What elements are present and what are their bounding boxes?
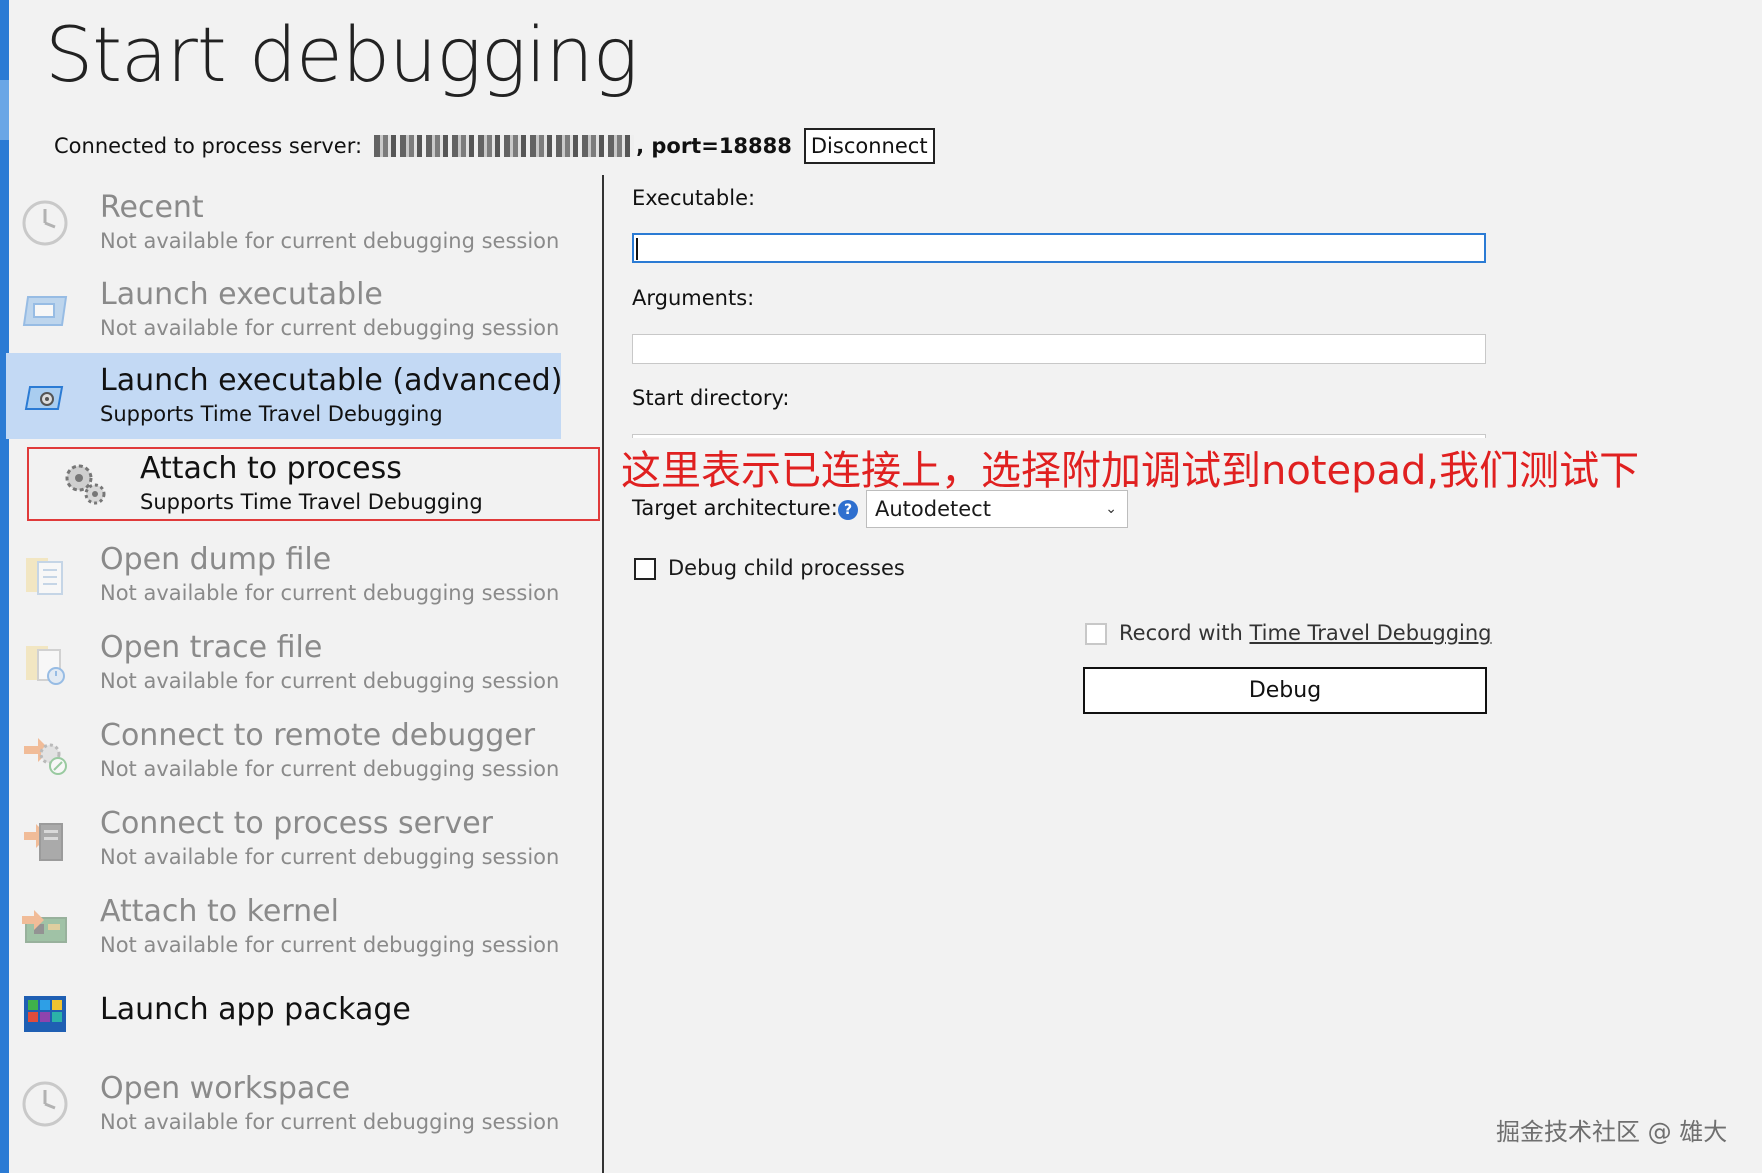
disconnect-button[interactable]: Disconnect [803, 128, 935, 164]
sidebar-item-title: Open trace file [100, 630, 323, 665]
debug-button[interactable]: Debug [1083, 667, 1487, 714]
target-architecture-value: Autodetect [875, 497, 991, 521]
chevron-down-icon: ⌄ [1105, 501, 1117, 517]
gears-icon [65, 464, 106, 505]
sidebar-item-title: Connect to remote debugger [100, 718, 536, 753]
target-architecture-label: Target architecture: [632, 496, 838, 520]
watermark: 掘金技术社区 @ 雄大 [1496, 1118, 1728, 1146]
circuit-board-icon [22, 910, 67, 943]
clock-icon [22, 1081, 68, 1127]
connection-label: Connected to process server: [54, 134, 363, 158]
server-host-redacted [374, 135, 635, 157]
remote-debugger-icon [24, 738, 67, 775]
sidebar-item-connect-process-server[interactable]: Connect to process server Not available … [6, 796, 561, 882]
folder-trace-icon [26, 646, 65, 685]
window-icon [22, 296, 68, 326]
sidebar-item-open-workspace[interactable]: Open workspace Not available for current… [6, 1061, 561, 1147]
record-ttd-label: Record with Time Travel Debugging [1119, 621, 1492, 645]
sidebar-item-launch-executable[interactable]: Launch executable Not available for curr… [6, 267, 561, 353]
sidebar-item-title: Launch executable [100, 277, 383, 312]
sidebar-item-attach-to-process[interactable]: Attach to process Supports Time Travel D… [27, 447, 600, 521]
text-caret [636, 238, 638, 260]
sidebar-item-open-trace-file[interactable]: Open trace file Not available for curren… [6, 620, 561, 706]
arguments-input[interactable] [632, 334, 1486, 364]
time-travel-debugging-link[interactable]: Time Travel Debugging [1249, 621, 1491, 645]
sidebar-item-subtitle: Not available for current debugging sess… [100, 845, 560, 869]
sidebar-item-subtitle: Not available for current debugging sess… [100, 669, 560, 693]
sidebar-item-subtitle: Not available for current debugging sess… [100, 933, 560, 957]
debug-child-processes-label: Debug child processes [668, 556, 905, 580]
help-icon[interactable]: ? [838, 500, 858, 520]
executable-label: Executable: [632, 186, 756, 210]
pane-divider [602, 175, 604, 1173]
sidebar-item-subtitle: Supports Time Travel Debugging [100, 402, 443, 426]
sidebar-item-title: Launch app package [100, 992, 411, 1027]
app-package-icon [24, 996, 66, 1032]
connection-port: , port=18888 [636, 134, 792, 158]
sidebar-item-subtitle: Not available for current debugging sess… [100, 1110, 560, 1134]
sidebar-item-subtitle: Not available for current debugging sess… [100, 581, 560, 605]
server-icon [24, 823, 63, 861]
sidebar-item-title: Connect to process server [100, 806, 494, 841]
sidebar-item-title: Attach to process [140, 451, 402, 486]
clock-icon [22, 200, 68, 246]
sidebar-item-subtitle: Not available for current debugging sess… [100, 316, 560, 340]
page-title: Start debugging [45, 10, 638, 99]
connection-status: Connected to process server: , port=1888… [54, 126, 935, 166]
left-accent-highlight [0, 80, 9, 140]
sidebar-item-subtitle: Not available for current debugging sess… [100, 229, 560, 253]
debug-child-processes-checkbox[interactable] [634, 558, 656, 580]
sidebar-item-title: Open workspace [100, 1071, 351, 1106]
sidebar-item-title: Launch executable (advanced) [100, 363, 563, 398]
sidebar-item-attach-to-kernel[interactable]: Attach to kernel Not available for curre… [6, 884, 561, 970]
arguments-label: Arguments: [632, 286, 755, 310]
sidebar-item-open-dump-file[interactable]: Open dump file Not available for current… [6, 532, 561, 618]
sidebar-item-recent[interactable]: Recent Not available for current debuggi… [6, 180, 561, 266]
sidebar-item-title: Recent [100, 190, 204, 225]
sidebar-item-launch-app-package[interactable]: Launch app package [6, 970, 561, 1056]
target-architecture-select[interactable]: Autodetect ⌄ [866, 490, 1128, 528]
sidebar-item-subtitle: Not available for current debugging sess… [100, 757, 560, 781]
window-gear-icon [24, 386, 64, 410]
start-directory-label: Start directory: [632, 386, 790, 410]
annotation-text: 这里表示已连接上，选择附加调试到notepad,我们测试下 [617, 438, 1644, 496]
sidebar-item-subtitle: Supports Time Travel Debugging [140, 490, 483, 514]
executable-input[interactable] [632, 233, 1486, 263]
sidebar-item-launch-executable-advanced[interactable]: Launch executable (advanced) Supports Ti… [6, 353, 563, 439]
sidebar-item-title: Open dump file [100, 542, 332, 577]
sidebar-item-connect-remote-debugger[interactable]: Connect to remote debugger Not available… [6, 708, 561, 794]
sidebar-item-title: Attach to kernel [100, 894, 339, 929]
record-prefix: Record with [1119, 621, 1250, 645]
record-ttd-checkbox[interactable] [1085, 623, 1107, 645]
folder-document-icon [26, 558, 63, 595]
